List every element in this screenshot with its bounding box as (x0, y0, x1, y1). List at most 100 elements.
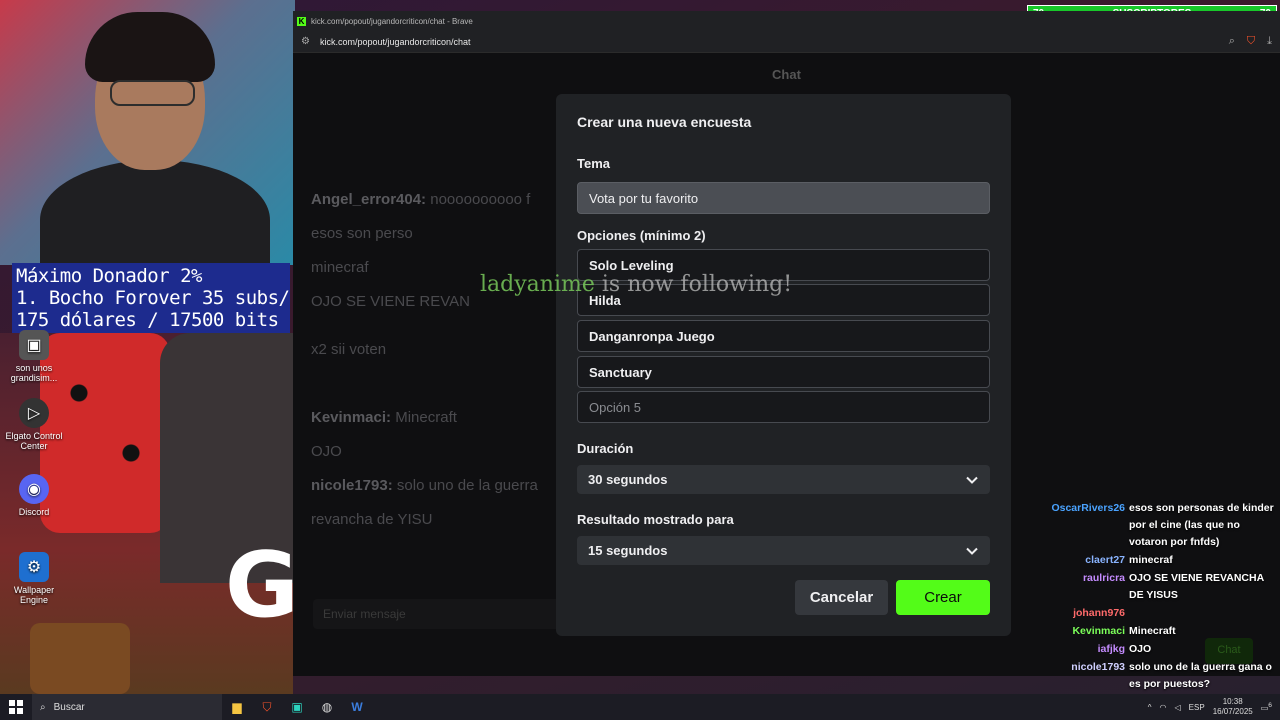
taskbar: ⌕ Buscar ▆ ⛉ ▣ ◍ W ^ ◠ ◁ ESP 10:38 16/07… (0, 694, 1280, 720)
language-indicator[interactable]: ESP (1189, 703, 1205, 712)
chat-message: minecraf (311, 259, 369, 276)
taskbar-clock[interactable]: 10:38 16/07/2025 (1213, 697, 1253, 717)
taskbar-obs[interactable]: ◍ (312, 694, 342, 720)
option-5-input[interactable]: Opción 5 (577, 391, 990, 423)
overlay-chat-text: esos son personas de kinder por el cine … (1129, 502, 1274, 548)
overlay-chat-username: nicole1793 (1071, 661, 1125, 673)
obs-icon: ◍ (321, 700, 333, 714)
chat-text: OJO (311, 443, 342, 460)
top-donor-line-1: Máximo Donador 2% (16, 265, 202, 287)
options-label: Opciones (mínimo 2) (577, 228, 706, 243)
result-duration-select[interactable]: 15 segundos (577, 536, 990, 565)
overlay-chat-message: claert27 minecraf (1040, 552, 1276, 569)
chat-message: Angel_error404: noooooooooo f (311, 191, 530, 208)
notification-icon[interactable]: ▭6 (1261, 702, 1272, 713)
overlay-chat-text: solo uno de la guerra gana o es por pues… (1129, 661, 1272, 690)
taskbar-brave[interactable]: ⛉ (252, 694, 282, 720)
chat-message: OJO (311, 443, 342, 460)
taskbar-file-explorer[interactable]: ▆ (222, 694, 252, 720)
overlay-chat-message: raulricra OJO SE VIENE REVANCHA DE YISUS (1040, 570, 1276, 604)
overlay-chat-username: iafjkg (1097, 643, 1125, 655)
desktop-icon-wallpaper-engine[interactable]: ⚙ Wallpaper Engine (0, 552, 68, 605)
search-icon: ⌕ (40, 701, 46, 713)
taskbar-word[interactable]: W (342, 694, 372, 720)
chat-username: Angel_error404: (311, 191, 427, 208)
create-poll-dialog: Crear una nueva encuesta Tema Vota por t… (556, 94, 1011, 636)
desktop-icon-discord[interactable]: ◉ Discord (0, 474, 68, 517)
taskbar-app-green[interactable]: ▣ (282, 694, 312, 720)
result-duration-value: 15 segundos (588, 543, 668, 558)
desktop-icon-folder[interactable]: ▣ son unos grandisim... (0, 330, 68, 383)
webcam-person-glasses (110, 80, 195, 106)
topic-input[interactable]: Vota por tu favorito (577, 182, 990, 214)
chevron-down-icon (966, 547, 978, 555)
desktop-icon-label: Elgato Control Center (5, 431, 63, 451)
top-donor-line-3: 175 dólares / 17500 bits (16, 309, 279, 331)
chevron-up-icon[interactable]: ^ (1148, 703, 1152, 712)
chat-message: x2 sii voten (311, 341, 386, 358)
chat-message: esos son perso (311, 225, 413, 242)
chat-text: noooooooooo f (430, 191, 531, 208)
start-button[interactable] (0, 694, 32, 720)
clock-time: 10:38 (1222, 697, 1243, 706)
chat-message: revancha de YISU (311, 511, 432, 528)
app-icon: ▣ (291, 700, 303, 714)
system-tray: ^ ◠ ◁ ESP 10:38 16/07/2025 ▭6 (1148, 697, 1280, 717)
desktop-icon-elgato[interactable]: ▷ Elgato Control Center (0, 398, 68, 451)
chat-message: OJO SE VIENE REVAN (311, 293, 470, 310)
overlay-chat-message: iafjkg OJO (1040, 641, 1276, 658)
chat-text: solo uno de la guerra (396, 477, 538, 494)
network-icon[interactable]: ◠ (1160, 703, 1167, 712)
desktop-icon-label: Wallpaper Engine (13, 585, 55, 605)
zoom-icon[interactable]: ⌕ (1229, 35, 1235, 48)
option-4-input[interactable]: Sanctuary (577, 356, 990, 388)
overlay-chat-text: OJO (1129, 643, 1152, 655)
window-title: kick.com/popout/jugandorcriticon/chat - … (311, 16, 473, 26)
taskbar-search[interactable]: ⌕ Buscar (32, 694, 222, 720)
download-icon[interactable]: ⤓ (1267, 35, 1272, 48)
result-duration-label: Resultado mostrado para (577, 512, 734, 527)
chat-heading: Chat (772, 67, 801, 82)
url-text[interactable]: kick.com/popout/jugandorcriticon/chat (320, 37, 471, 47)
overlay-chat-message: nicole1793 solo uno de la guerra gana o e… (1040, 659, 1276, 693)
duration-label: Duración (577, 441, 634, 456)
discord-icon: ◉ (19, 474, 49, 504)
overlay-chat-text: OJO SE VIENE REVANCHA DE YISUS (1129, 572, 1264, 601)
notification-count: 6 (1268, 701, 1272, 709)
overlay-chat-message: Kevinmaci Minecraft (1040, 623, 1276, 640)
follow-alert: ladyanime is now following! (480, 272, 792, 297)
overlay-chat-text: Minecraft (1129, 625, 1176, 637)
clock-date: 16/07/2025 (1212, 707, 1253, 716)
site-settings-icon[interactable]: ⚙ (301, 36, 310, 47)
topic-label: Tema (577, 156, 610, 171)
chat-username: Kevinmaci: (311, 409, 392, 426)
chat-message-input[interactable]: Enviar mensaje (313, 599, 563, 629)
overlay-chat-message: johann976 (1040, 605, 1276, 622)
chat-text: OJO SE VIENE REVAN (311, 293, 470, 310)
option-3-input[interactable]: Danganronpa Juego (577, 320, 990, 352)
elgato-icon: ▷ (19, 398, 49, 428)
overlay-chat-text: minecraf (1129, 554, 1173, 566)
top-donor-panel: Máximo Donador 2% 1. Bocho Forover 35 su… (12, 263, 290, 333)
chat-text: revancha de YISU (311, 511, 433, 528)
cancel-button[interactable]: Cancelar (795, 580, 888, 615)
barrel-character (30, 623, 130, 694)
create-poll-button[interactable]: Crear (896, 580, 990, 615)
duration-select[interactable]: 30 segundos (577, 465, 990, 494)
chevron-down-icon (966, 476, 978, 484)
follower-name: ladyanime (480, 272, 595, 297)
overlay-chat-username: OscarRivers26 (1051, 502, 1125, 514)
desktop-icon-label: Discord (18, 507, 50, 517)
volume-icon[interactable]: ◁ (1175, 703, 1181, 712)
chat-message: nicole1793: solo uno de la guerra (311, 477, 538, 494)
webcam-feed (0, 0, 295, 265)
chat-text: Minecraft (395, 409, 457, 426)
overlay-chat-username: raulricra (1082, 572, 1125, 584)
overlay-chat-username: Kevinmaci (1072, 625, 1125, 637)
taskbar-search-label: Buscar (53, 701, 85, 713)
address-bar[interactable]: ⚙ kick.com/popout/jugandorcriticon/chat … (293, 31, 1280, 53)
dialog-title: Crear una nueva encuesta (577, 114, 752, 130)
brave-shield-icon[interactable]: ⛉ (1247, 35, 1255, 48)
decorative-letter: G (225, 533, 293, 638)
brave-icon: ⛉ (262, 699, 272, 714)
